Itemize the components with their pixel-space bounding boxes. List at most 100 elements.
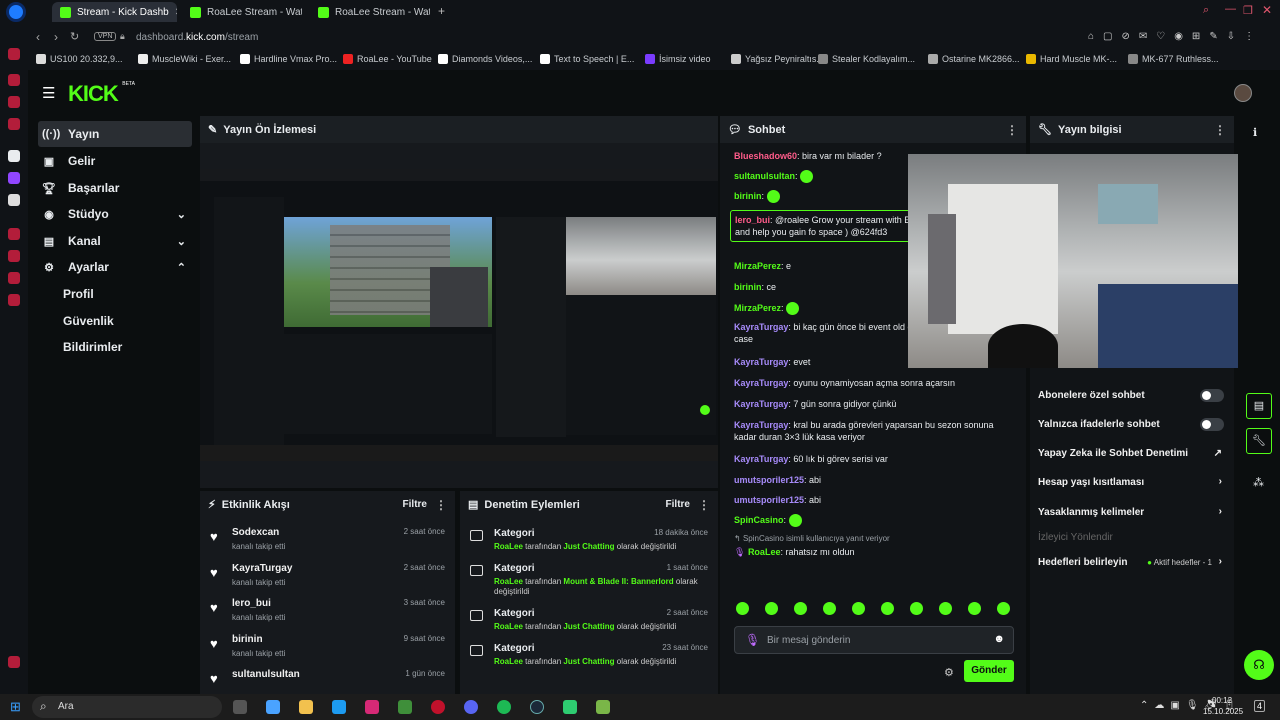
event-username[interactable]: Sodexcan (232, 527, 279, 538)
filter-button[interactable]: Filtre (403, 499, 427, 510)
tab-stream-dashboard[interactable]: Stream - Kick Dashb ✕ (52, 2, 177, 22)
emote-only-row[interactable]: Yalnızca ifadelerle sohbet (1038, 418, 1224, 431)
chat-input[interactable]: 🎙︎ Bir mesaj gönderin ☻ (734, 626, 1014, 654)
tab-watch-2[interactable]: RoaLee Stream - Watch L (310, 2, 430, 22)
more-icon[interactable]: ⋮ (698, 498, 710, 512)
chat-username[interactable]: umutsporiler125 (734, 495, 804, 505)
send-button[interactable]: Gönder (964, 660, 1014, 682)
url-field[interactable]: dashboard.kick.com/stream (136, 32, 258, 43)
chat-username[interactable]: birinin (734, 282, 762, 292)
taskbar-search[interactable]: ⌕ Ara (32, 696, 222, 718)
chat-username[interactable]: KayraTurgay (734, 399, 788, 409)
wrench-tool-icon[interactable]: 🔧︎ (1246, 428, 1272, 454)
bookmark-item[interactable]: Diamonds Videos,... (438, 54, 532, 64)
emote-only-toggle[interactable] (1200, 418, 1224, 431)
chat-username[interactable]: birinin (734, 191, 762, 201)
music-icon[interactable] (8, 228, 20, 240)
bookmark-item[interactable]: Yağsız Peyniraltıs... (731, 54, 824, 64)
event-username[interactable]: birinin (232, 634, 263, 645)
chat-app-icon[interactable] (563, 700, 577, 714)
reload-icon[interactable]: ↻ (70, 30, 79, 43)
sidebar-item-kanal[interactable]: ▤ Kanal ⌄ (38, 228, 192, 254)
downloads-icon[interactable] (8, 272, 20, 284)
clock-time[interactable]: 00:12 (1212, 696, 1232, 705)
file-explorer-icon[interactable] (299, 700, 313, 714)
opera-gx-icon[interactable] (431, 700, 445, 714)
whatsapp-icon[interactable] (8, 96, 20, 108)
aria-icon[interactable] (8, 48, 20, 60)
close-icon[interactable]: ✕ (175, 7, 177, 18)
emote-icon[interactable] (968, 602, 981, 615)
bookmark-item[interactable]: Ostarine MK2866... (928, 54, 1020, 64)
event-username[interactable]: KayraTurgay (232, 563, 292, 574)
chat-username[interactable]: KayraTurgay (734, 420, 788, 430)
close-window-icon[interactable]: ✕ (1262, 3, 1272, 17)
chat-username[interactable]: lero_bui (735, 215, 770, 225)
event-username[interactable]: sultanulsultan (232, 669, 300, 680)
more-icon[interactable]: ⋮ (1006, 123, 1018, 137)
x-icon[interactable] (8, 194, 20, 206)
chat-username[interactable]: SpinCasino (734, 515, 784, 525)
sidebar-item-basarilar[interactable]: 🏆︎ Başarılar (38, 175, 192, 201)
event-username[interactable]: lero_bui (232, 598, 271, 609)
bookmark-item[interactable]: MK-677 Ruthless... (1128, 54, 1219, 64)
bookmark-item[interactable]: Hard Muscle MK-... (1026, 54, 1117, 64)
avatar[interactable] (1234, 84, 1252, 102)
menu-icon[interactable]: ☰ (42, 84, 55, 102)
more-icon[interactable]: ⋮ (435, 498, 447, 512)
sidebar-subitem-profil[interactable]: Profil (63, 281, 192, 307)
emote-icon[interactable] (910, 602, 923, 615)
minimize-icon[interactable]: — (1225, 3, 1236, 15)
emote-icon[interactable] (736, 602, 749, 615)
messenger-icon[interactable] (8, 74, 20, 86)
filter-button[interactable]: Filtre (666, 499, 690, 510)
chat-username[interactable]: KayraTurgay (734, 322, 788, 332)
mic-icon[interactable]: 🎙︎ (745, 633, 760, 647)
gx-icon[interactable] (8, 656, 20, 668)
chat-username[interactable]: umutsporiler125 (734, 475, 804, 485)
twitch-icon[interactable] (8, 172, 20, 184)
emote-icon[interactable] (881, 602, 894, 615)
task-view-icon[interactable] (233, 700, 247, 714)
sidebar-item-ayarlar[interactable]: ⚙ Ayarlar ⌃ (38, 254, 192, 280)
bookmark-item[interactable]: MuscleWiki - Exer... (138, 54, 231, 64)
opera-logo-icon[interactable] (6, 2, 26, 22)
info-icon[interactable]: ℹ (1253, 126, 1257, 139)
emoji-icon[interactable]: ☻ (993, 633, 1005, 645)
goals-row[interactable]: Hedefleri belirleyin ● Aktif hedefler - … (1038, 556, 1224, 568)
emote-icon[interactable] (939, 602, 952, 615)
chat-username[interactable]: RoaLee (748, 547, 781, 557)
twitter-icon[interactable] (332, 700, 346, 714)
bookmark-item[interactable]: Stealer Kodlayalım... (818, 54, 915, 64)
minecraft-icon[interactable] (398, 700, 412, 714)
forward-icon[interactable]: › (54, 30, 58, 44)
layout-icon[interactable]: ▤ (1246, 393, 1272, 419)
community-icon[interactable]: ⁂ (1253, 476, 1264, 489)
sidebar-subitem-bildirimler[interactable]: Bildirimler (63, 334, 192, 360)
emote-icon[interactable] (765, 602, 778, 615)
kick-side-icon[interactable] (8, 150, 20, 162)
discord-icon[interactable] (464, 700, 478, 714)
tab-watch-1[interactable]: RoaLee Stream - Watch L (182, 2, 302, 22)
new-tab-icon[interactable]: + (438, 4, 445, 18)
instagram-app-icon[interactable] (365, 700, 379, 714)
chat-username[interactable]: MirzaPerez (734, 303, 781, 313)
kick-logo[interactable]: KICK BETA (68, 81, 135, 107)
instagram-icon[interactable] (8, 118, 20, 130)
account-age-row[interactable]: Hesap yaşı kısıtlaması › (1038, 476, 1224, 488)
chat-username[interactable]: KayraTurgay (734, 378, 788, 388)
bookmark-item[interactable]: Text to Speech | E... (540, 54, 634, 64)
bookmark-item[interactable]: Hardline Vmax Pro... (240, 54, 337, 64)
chat-username[interactable]: KayraTurgay (734, 357, 788, 367)
maximize-icon[interactable]: ❐ (1243, 4, 1253, 17)
sidebar-subitem-guvenlik[interactable]: Güvenlik (63, 308, 192, 334)
windows-start-icon[interactable]: ⊞ (10, 699, 21, 715)
chat-username[interactable]: sultanulsultan (734, 171, 795, 181)
chat-username[interactable]: KayraTurgay (734, 454, 788, 464)
chat-username[interactable]: Blueshadow60 (734, 151, 797, 161)
game-icon[interactable] (596, 700, 610, 714)
history-icon[interactable] (8, 250, 20, 262)
emote-icon[interactable] (823, 602, 836, 615)
settings-side-icon[interactable] (8, 294, 20, 306)
bookmark-item[interactable]: RoaLee - YouTube (343, 54, 432, 64)
